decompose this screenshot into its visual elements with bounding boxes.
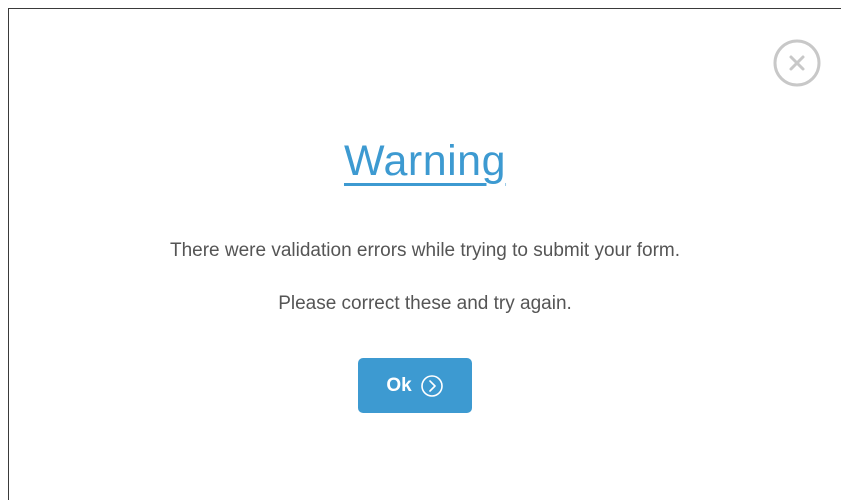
- close-circle-icon: [773, 39, 821, 87]
- warning-dialog: Warning There were validation errors whi…: [8, 8, 841, 500]
- message-line-2: Please correct these and try again.: [278, 293, 572, 314]
- dialog-title: Warning: [343, 137, 507, 185]
- close-button[interactable]: [772, 38, 822, 88]
- message-line-1: There were validation errors while tryin…: [169, 240, 681, 261]
- ok-button-label: Ok: [386, 374, 412, 396]
- ok-button[interactable]: Ok: [358, 358, 472, 413]
- chevron-right-circle-icon: [420, 374, 443, 397]
